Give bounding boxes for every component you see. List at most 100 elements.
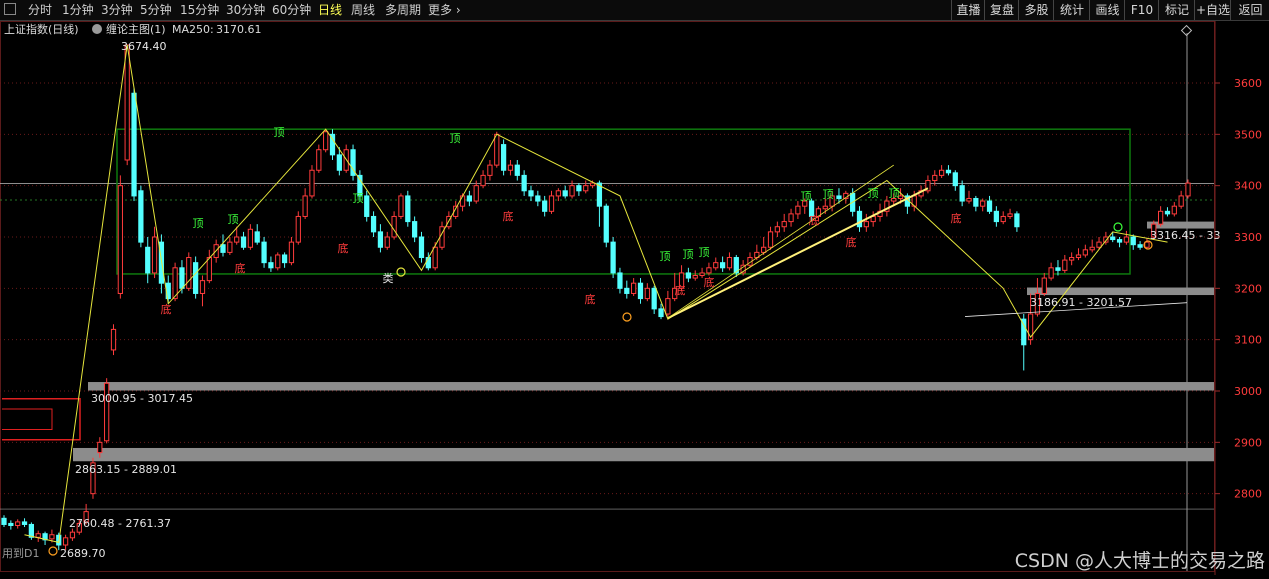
candle xyxy=(104,378,110,444)
candle-body xyxy=(1069,257,1075,261)
candle xyxy=(528,185,534,202)
tab-fenshi[interactable]: 分时 xyxy=(28,0,52,20)
candle xyxy=(35,530,41,542)
candle-body xyxy=(535,195,541,202)
candle xyxy=(1130,234,1136,250)
candle xyxy=(1014,211,1020,232)
gray-band xyxy=(88,382,1214,391)
candle xyxy=(795,201,801,220)
signal-label-top: 顶 xyxy=(889,187,900,200)
candle-body xyxy=(1164,210,1171,215)
candle xyxy=(398,193,404,220)
candle-body xyxy=(1000,215,1006,223)
add-watch-button[interactable]: +自选 xyxy=(1194,0,1231,20)
indicator-toggle-icon[interactable] xyxy=(92,24,102,34)
candle-body xyxy=(21,521,28,525)
candle xyxy=(617,267,623,294)
draw-line-button[interactable]: 画线 xyxy=(1089,0,1125,20)
candle xyxy=(329,129,336,160)
signal-label-top: 顶 xyxy=(868,187,879,200)
candle xyxy=(15,519,21,529)
candle-body xyxy=(268,262,274,269)
candle xyxy=(316,144,322,173)
tab-day[interactable]: 日线 xyxy=(318,0,342,20)
axis-label: 3300 xyxy=(1234,231,1262,244)
candle-body xyxy=(69,531,76,539)
price-annotation: 3316.45 - 33 xyxy=(1150,229,1220,242)
candle-body xyxy=(1144,241,1150,248)
candle-body xyxy=(514,164,520,176)
candle xyxy=(1082,244,1088,258)
f10-button[interactable]: F10 xyxy=(1124,0,1159,20)
candle xyxy=(247,224,254,250)
candle xyxy=(1041,272,1047,297)
candle-body xyxy=(62,537,69,546)
candle-body xyxy=(617,272,623,289)
candle xyxy=(644,283,650,302)
red-bracket xyxy=(2,397,81,441)
candle xyxy=(261,236,267,268)
candle xyxy=(610,236,616,279)
candle xyxy=(719,256,726,272)
candle-body xyxy=(49,534,55,540)
tab-15min[interactable]: 15分钟 xyxy=(180,0,219,20)
candle xyxy=(1007,208,1013,220)
candle xyxy=(288,236,295,266)
live-button[interactable]: 直播 xyxy=(951,0,985,20)
signal-label-top: 顶 xyxy=(228,213,239,226)
multi-stock-button[interactable]: 多股 xyxy=(1018,0,1054,20)
candle-body xyxy=(412,221,418,238)
candle-body xyxy=(377,231,384,248)
tab-5min[interactable]: 5分钟 xyxy=(140,0,172,20)
candle-body xyxy=(713,262,719,269)
candle-body xyxy=(206,257,212,282)
mark-button[interactable]: 标记 xyxy=(1158,0,1195,20)
candle-body xyxy=(398,195,404,217)
back-button[interactable]: 返回 xyxy=(1230,0,1269,20)
candle-body xyxy=(220,244,226,253)
candle xyxy=(562,185,568,199)
signal-label-top: 顶 xyxy=(274,126,285,139)
candle xyxy=(364,190,370,222)
candle-body xyxy=(1014,213,1020,228)
candle-body xyxy=(1137,244,1143,248)
candle xyxy=(69,528,76,541)
candlestick-chart[interactable]: 顶顶 顶顶顶顶顶顶顶顶顶顶底底底底底底底底底底类 3674.403000.95 -… xyxy=(0,21,1269,575)
candle xyxy=(466,190,473,207)
candle-body xyxy=(28,523,34,538)
tab-week[interactable]: 周线 xyxy=(351,0,375,20)
candle-body xyxy=(131,92,137,197)
candles xyxy=(1,44,1191,551)
tab-more[interactable]: 更多 › xyxy=(428,0,461,20)
candle xyxy=(555,188,561,202)
candle-body xyxy=(624,287,630,294)
chart-title: 上证指数(日线) xyxy=(4,22,79,36)
axis-label: 3400 xyxy=(1234,180,1262,193)
candle xyxy=(535,190,541,207)
candle xyxy=(1000,211,1006,225)
candle-body xyxy=(966,197,972,202)
candle xyxy=(774,221,780,237)
tab-30min[interactable]: 30分钟 xyxy=(226,0,265,20)
candle xyxy=(959,180,965,207)
candle xyxy=(370,211,377,237)
review-button[interactable]: 复盘 xyxy=(984,0,1019,20)
candle xyxy=(788,208,794,227)
candle-body xyxy=(8,522,14,526)
candle-body xyxy=(863,221,869,228)
statistics-button[interactable]: 统计 xyxy=(1053,0,1090,20)
candle-body xyxy=(1089,246,1095,251)
tab-multi[interactable]: 多周期 xyxy=(385,0,421,20)
candle-body xyxy=(309,169,315,197)
candle xyxy=(1062,254,1068,273)
candle xyxy=(500,139,507,176)
menu-icon[interactable] xyxy=(4,3,16,15)
tab-1min[interactable]: 1分钟 xyxy=(62,0,94,20)
tab-60min[interactable]: 60分钟 xyxy=(272,0,311,20)
candle-body xyxy=(391,215,397,238)
candle-body xyxy=(507,164,514,171)
chart-area[interactable]: 顶顶顶顶顶顶顶顶顶顶顶顶底底底底底底底底底底类 3674.40 3000.95 -… xyxy=(0,21,1269,575)
candle xyxy=(165,275,171,304)
signal-label-other: 类 xyxy=(383,271,394,285)
tab-3min[interactable]: 3分钟 xyxy=(101,0,133,20)
